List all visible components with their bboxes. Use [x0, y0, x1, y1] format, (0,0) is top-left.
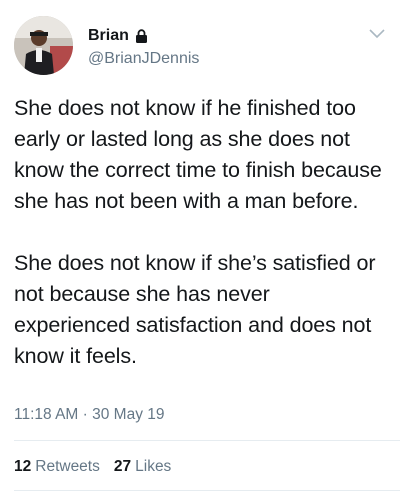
- bottom-divider: [14, 490, 400, 491]
- lock-icon: [135, 29, 148, 43]
- tweet-text: She does not know if he finished too ear…: [14, 93, 386, 372]
- tweet-header: Brian @BrianJDennis: [14, 16, 386, 76]
- tweet-paragraph-1: She does not know if he finished too ear…: [14, 96, 382, 213]
- likes-count: 27: [113, 458, 132, 475]
- tweet-card: Brian @BrianJDennis She does not know if…: [0, 0, 400, 493]
- retweets-label: Retweets: [35, 458, 100, 475]
- display-name[interactable]: Brian: [88, 27, 129, 45]
- author-handle[interactable]: @BrianJDennis: [88, 50, 199, 68]
- tweet-stats: 12 Retweets 27 Likes: [14, 458, 171, 476]
- likes-stat[interactable]: 27 Likes: [114, 458, 171, 476]
- retweets-stat[interactable]: 12 Retweets: [14, 458, 100, 476]
- display-name-row: Brian: [88, 26, 199, 46]
- avatar[interactable]: [14, 16, 73, 75]
- avatar-image: [14, 16, 73, 75]
- likes-label: Likes: [135, 458, 172, 475]
- author-names: Brian @BrianJDennis: [88, 26, 199, 68]
- tweet-paragraph-2: She does not know if she’s satisfied or …: [14, 251, 376, 368]
- divider: [14, 440, 400, 441]
- tweet-timestamp[interactable]: 11:18 AM · 30 May 19: [14, 406, 165, 424]
- chevron-down-icon[interactable]: [368, 28, 386, 40]
- retweets-count: 12: [14, 458, 32, 475]
